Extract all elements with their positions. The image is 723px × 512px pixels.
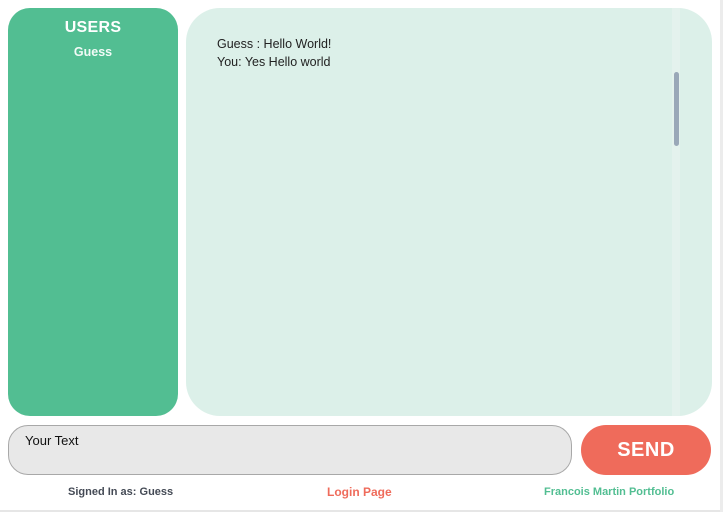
users-panel: USERS Guess: [8, 8, 178, 416]
chat-panel: Guess : Hello World! You: Yes Hello worl…: [186, 8, 712, 416]
signed-in-status: Signed In as: Guess: [68, 486, 174, 498]
login-page-link[interactable]: Login Page: [327, 485, 392, 499]
chat-message: Guess : Hello World!: [217, 37, 332, 51]
users-list: Guess: [8, 45, 178, 59]
portfolio-link[interactable]: Francois Martin Portfolio: [544, 486, 674, 498]
users-title: USERS: [64, 19, 122, 36]
send-button[interactable]: SEND: [581, 425, 711, 475]
chat-app: USERS Guess Guess : Hello World! You: Ye…: [0, 0, 723, 512]
chat-scrollbar-track[interactable]: [672, 8, 680, 416]
user-item[interactable]: Guess: [8, 45, 178, 59]
chat-scrollbar-thumb[interactable]: [674, 72, 679, 146]
message-input[interactable]: [8, 425, 572, 475]
message-list: Guess : Hello World! You: Yes Hello worl…: [217, 35, 331, 71]
chat-message: You: Yes Hello world: [217, 55, 331, 69]
